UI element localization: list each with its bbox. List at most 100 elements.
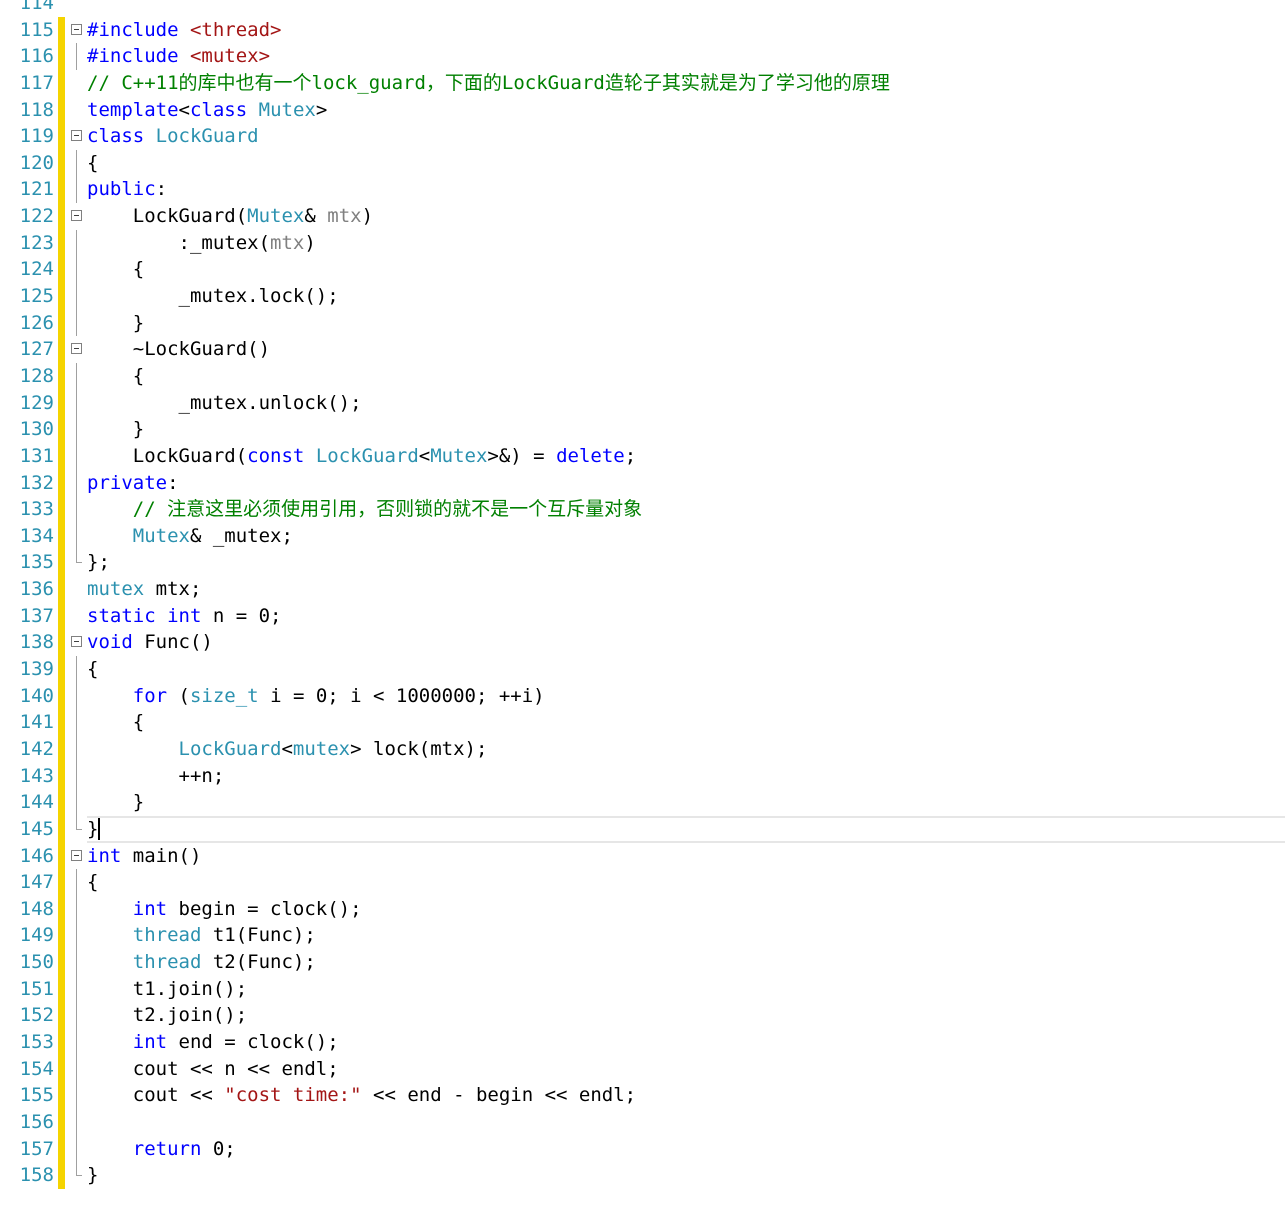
code-line[interactable]: 119 class LockGuard: [0, 123, 1285, 150]
code-text[interactable]: private:: [87, 470, 179, 497]
code-line[interactable]: 138 void Func(): [0, 629, 1285, 657]
code-line[interactable]: 126 }: [0, 309, 1285, 337]
code-text[interactable]: {: [87, 709, 144, 736]
code-line[interactable]: 137 static int n = 0;: [0, 602, 1285, 630]
code-line[interactable]: 146 int main(): [0, 842, 1285, 870]
code-text[interactable]: {: [87, 869, 98, 896]
code-line[interactable]: 141 {: [0, 709, 1285, 736]
code-text[interactable]: t1.join();: [87, 976, 247, 1003]
code-text[interactable]: }: [87, 416, 144, 443]
code-line[interactable]: 156: [0, 1108, 1285, 1136]
code-line[interactable]: 144 }: [0, 789, 1285, 816]
code-line[interactable]: 157 return 0;: [0, 1135, 1285, 1163]
code-text[interactable]: #include <mutex>: [87, 43, 270, 70]
code-text[interactable]: ~LockGuard(): [87, 336, 270, 363]
code-text[interactable]: int end = clock();: [87, 1029, 339, 1056]
code-line[interactable]: 118 template<class Mutex>: [0, 96, 1285, 124]
code-text[interactable]: {: [87, 256, 144, 283]
code-line[interactable]: 124 {: [0, 256, 1285, 284]
code-line[interactable]: 142 LockGuard<mutex> lock(mtx);: [0, 735, 1285, 763]
collapse-toggle-icon[interactable]: [71, 849, 82, 861]
code-line[interactable]: 129 _mutex.unlock();: [0, 389, 1285, 417]
code-line[interactable]: 155 cout << "cost time:" << end - begin …: [0, 1082, 1285, 1109]
code-line[interactable]: 134 Mutex& _mutex;: [0, 522, 1285, 550]
code-text[interactable]: static int n = 0;: [87, 603, 282, 630]
code-text[interactable]: for (size_t i = 0; i < 1000000; ++i): [87, 683, 545, 710]
collapse-toggle-icon[interactable]: [71, 343, 82, 355]
code-text[interactable]: {: [87, 656, 98, 683]
code-line[interactable]: 127 ~LockGuard(): [0, 336, 1285, 363]
code-line[interactable]: 125 _mutex.lock();: [0, 283, 1285, 310]
code-editor[interactable]: 114 115 #include <thread> 116 #include <mute…: [0, 0, 1285, 1189]
code-text[interactable]: {: [87, 150, 98, 177]
code-text[interactable]: };: [87, 549, 110, 576]
code-text[interactable]: _mutex.lock();: [87, 283, 339, 310]
code-line[interactable]: 115 #include <thread>: [0, 16, 1285, 44]
code-line[interactable]: 120 {: [0, 149, 1285, 177]
code-text[interactable]: void Func(): [87, 629, 213, 656]
code-line[interactable]: 121 public:: [0, 176, 1285, 204]
code-text[interactable]: t2.join();: [87, 1002, 247, 1029]
code-line[interactable]: 140 for (size_t i = 0; i < 1000000; ++i): [0, 682, 1285, 710]
outline-guide: [76, 522, 77, 550]
code-line[interactable]: 158}: [0, 1162, 1285, 1189]
code-line[interactable]: 136 mutex mtx;: [0, 576, 1285, 603]
change-indicator-bar: [58, 682, 65, 710]
collapse-toggle-icon[interactable]: [71, 636, 82, 648]
code-text[interactable]: ++n;: [87, 763, 225, 790]
code-text[interactable]: class LockGuard: [87, 123, 259, 150]
code-text[interactable]: #include <thread>: [87, 17, 281, 44]
code-line[interactable]: 135};: [0, 549, 1285, 577]
code-line[interactable]: 114: [0, 0, 1285, 17]
code-line[interactable]: 150 thread t2(Func);: [0, 949, 1285, 976]
code-line[interactable]: 153 int end = clock();: [0, 1028, 1285, 1056]
code-text[interactable]: int main(): [87, 843, 201, 870]
code-text[interactable]: return 0;: [87, 1136, 236, 1163]
code-text[interactable]: template<class Mutex>: [87, 97, 327, 124]
code-text[interactable]: // 注意这里必须使用引用，否则锁的就不是一个互斥量对象: [87, 496, 642, 523]
collapse-toggle-icon[interactable]: [71, 130, 82, 142]
code-line[interactable]: 149 thread t1(Func);: [0, 922, 1285, 950]
code-text[interactable]: thread t2(Func);: [87, 949, 316, 976]
code-line[interactable]: 154 cout << n << endl;: [0, 1055, 1285, 1083]
code-text[interactable]: }: [87, 816, 101, 843]
collapse-toggle-icon[interactable]: [71, 23, 82, 35]
code-text[interactable]: cout << "cost time:" << end - begin << e…: [87, 1082, 636, 1109]
code-token: Mutex: [247, 205, 305, 228]
code-line[interactable]: 151 t1.join();: [0, 975, 1285, 1003]
code-line[interactable]: 122 LockGuard(Mutex& mtx): [0, 203, 1285, 230]
code-text[interactable]: }: [87, 310, 144, 337]
code-line[interactable]: 147 {: [0, 869, 1285, 896]
code-text[interactable]: }: [87, 789, 144, 816]
code-text[interactable]: LockGuard<mutex> lock(mtx);: [87, 736, 488, 763]
code-text[interactable]: LockGuard(const LockGuard<Mutex>&) = del…: [87, 443, 636, 470]
code-text[interactable]: cout << n << endl;: [87, 1056, 339, 1083]
code-line[interactable]: 139 {: [0, 656, 1285, 683]
code-line[interactable]: 143 ++n;: [0, 762, 1285, 790]
code-text[interactable]: {: [87, 363, 144, 390]
code-text[interactable]: // C++11的库中也有一个lock_guard，下面的LockGuard造轮…: [87, 70, 890, 97]
code-text[interactable]: thread t1(Func);: [87, 922, 316, 949]
code-text[interactable]: mutex mtx;: [87, 576, 201, 603]
code-line[interactable]: 132 private:: [0, 469, 1285, 497]
code-line[interactable]: 131 LockGuard(const LockGuard<Mutex>&) =…: [0, 442, 1285, 470]
code-line[interactable]: 152 t2.join();: [0, 1002, 1285, 1029]
code-token: {: [87, 151, 99, 174]
collapse-toggle-icon[interactable]: [71, 210, 82, 222]
code-text[interactable]: LockGuard(Mutex& mtx): [87, 203, 373, 230]
code-text[interactable]: }: [87, 1162, 98, 1189]
code-text[interactable]: _mutex.unlock();: [87, 390, 362, 417]
code-line[interactable]: 116 #include <mutex>: [0, 43, 1285, 70]
code-line[interactable]: 117 // C++11的库中也有一个lock_guard，下面的LockGuar…: [0, 69, 1285, 97]
code-line[interactable]: 128 {: [0, 362, 1285, 390]
code-line[interactable]: 123 :_mutex(mtx): [0, 229, 1285, 257]
code-text[interactable]: Mutex& _mutex;: [87, 523, 293, 550]
code-line[interactable]: 130 }: [0, 416, 1285, 443]
code-text[interactable]: int begin = clock();: [87, 896, 362, 923]
code-text[interactable]: :_mutex(mtx): [87, 230, 316, 257]
code-line[interactable]: 148 int begin = clock();: [0, 895, 1285, 923]
code-line[interactable]: 133 // 注意这里必须使用引用，否则锁的就不是一个互斥量对象: [0, 496, 1285, 523]
code-token: int: [167, 604, 202, 627]
code-text[interactable]: public:: [87, 176, 167, 203]
code-line[interactable]: 145}: [0, 815, 1285, 843]
